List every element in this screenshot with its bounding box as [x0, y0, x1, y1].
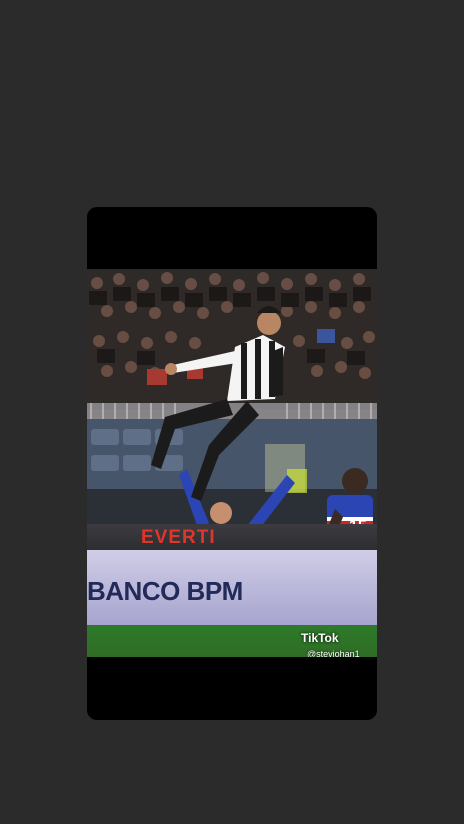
football-photo: 15	[87, 269, 377, 657]
video-card[interactable]: 15	[87, 207, 377, 720]
railing	[87, 403, 377, 419]
ad-board-banco-text: BANCO BPM	[87, 576, 243, 606]
creator-handle: @stevjohan1	[307, 649, 360, 657]
ad-board-red: EVERTI	[87, 524, 377, 550]
ad-board-banco: BANCO BPM	[87, 550, 377, 625]
tiktok-logo: TikTok	[301, 631, 339, 645]
ad-board-red-text: EVERTI	[141, 527, 216, 548]
